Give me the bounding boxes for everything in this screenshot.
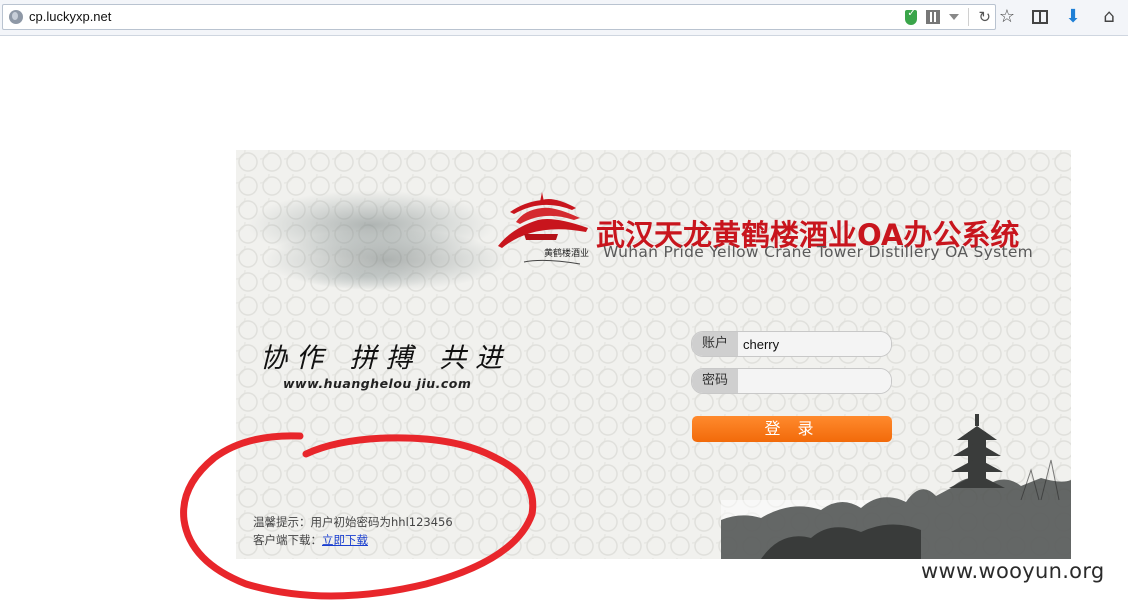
password-input[interactable]: [738, 369, 891, 393]
globe-icon: [9, 10, 23, 24]
watermark: www.wooyun.org: [921, 559, 1105, 583]
address-bar[interactable]: cp.luckyxp.net ↻: [2, 4, 996, 30]
company-motto: 协作 拼搏 共进: [260, 343, 512, 374]
company-website: www.huanghelou jiu.com: [283, 376, 472, 391]
home-icon[interactable]: ⌂: [1098, 6, 1120, 28]
account-field: 账户: [691, 331, 892, 357]
divider: [968, 8, 970, 26]
download-icon[interactable]: ⬇: [1062, 6, 1084, 28]
account-label: 账户: [692, 332, 738, 356]
qr-code-icon[interactable]: [926, 10, 941, 24]
shield-icon[interactable]: [905, 8, 918, 25]
account-input[interactable]: [738, 332, 891, 356]
ink-mist: [296, 262, 436, 290]
reload-icon[interactable]: ↻: [978, 8, 991, 26]
annotation-circle: [180, 432, 537, 600]
address-bar-icons: ↻: [905, 7, 991, 27]
bookmark-star-icon[interactable]: ☆: [996, 6, 1018, 28]
company-logo: 黄鹤楼酒业: [498, 192, 589, 265]
password-label: 密码: [692, 369, 738, 393]
password-field: 密码: [691, 368, 892, 394]
browser-actions: ☆ ⬇ ⌂: [996, 6, 1120, 28]
url-text[interactable]: cp.luckyxp.net: [29, 9, 111, 24]
reader-icon[interactable]: [1032, 10, 1048, 24]
logo-text: 黄鹤楼酒业: [544, 247, 589, 259]
yellow-crane-tower-painting: [721, 414, 1071, 559]
system-subtitle: Wuhan Pride Yellow Crane Tower Distiller…: [603, 243, 1034, 261]
browser-toolbar: cp.luckyxp.net ↻ ☆ ⬇ ⌂: [0, 0, 1128, 36]
dropdown-icon[interactable]: [949, 14, 960, 20]
